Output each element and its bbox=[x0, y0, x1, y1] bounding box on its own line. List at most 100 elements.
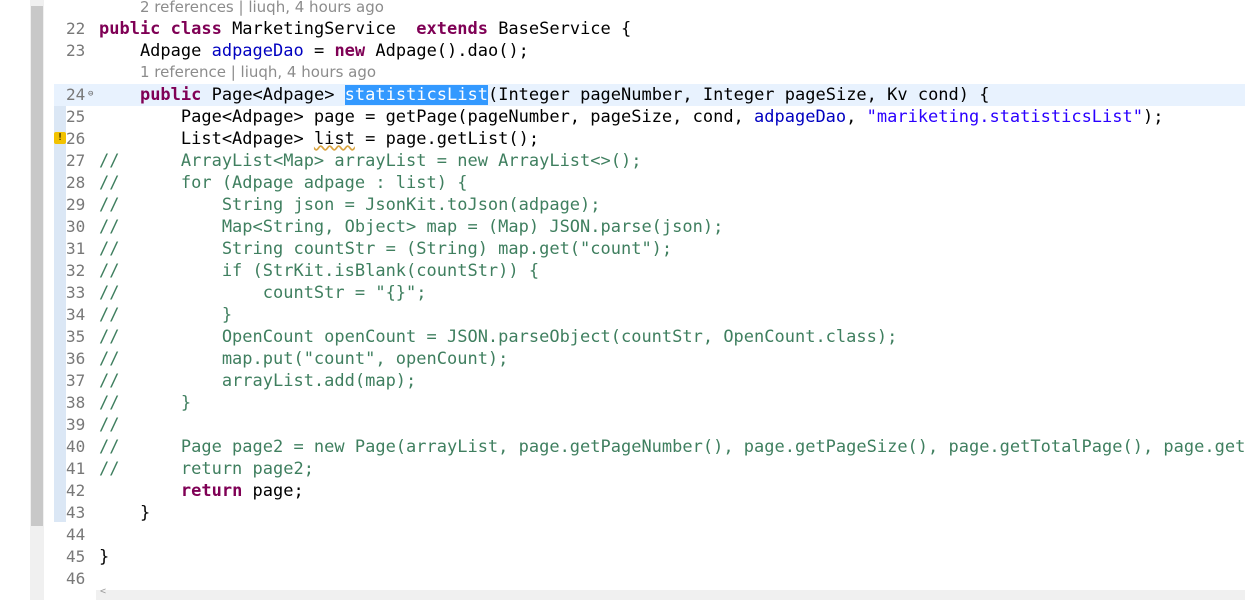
code-token: List<Adpage> bbox=[99, 129, 314, 149]
line-number: 37 bbox=[66, 371, 86, 390]
code-token: = bbox=[303, 41, 335, 61]
code-token: Adpage().dao(); bbox=[375, 41, 529, 61]
code-line[interactable]: 46 bbox=[54, 568, 1245, 590]
code-text[interactable]: // } bbox=[99, 392, 191, 414]
fold-toggle-icon[interactable]: ⊖ bbox=[88, 89, 98, 99]
code-line[interactable]: 38 // } bbox=[54, 392, 1245, 414]
line-number: 41 bbox=[66, 459, 86, 478]
line-number: 27 bbox=[66, 151, 86, 170]
code-line[interactable]: 30 // Map<String, Object> map = (Map) JSO… bbox=[54, 216, 1245, 238]
code-text[interactable]: // String json = JsonKit.toJson(adpage); bbox=[99, 194, 601, 216]
codelens-references-field[interactable]: 1 reference | liuqh, 4 hours ago bbox=[140, 63, 376, 81]
line-number: 34 bbox=[66, 305, 86, 324]
horizontal-scrollbar[interactable]: < bbox=[96, 586, 1245, 600]
code-line[interactable]: 35 // OpenCount openCount = JSON.parseObj… bbox=[54, 326, 1245, 348]
code-text[interactable]: // OpenCount openCount = JSON.parseObjec… bbox=[99, 326, 897, 348]
code-text[interactable]: // return page2; bbox=[99, 458, 314, 480]
line-number: 30 bbox=[66, 217, 86, 236]
line-number: 29 bbox=[66, 195, 86, 214]
code-text[interactable]: // } bbox=[99, 304, 232, 326]
code-text[interactable]: // Map<String, Object> map = (Map) JSON.… bbox=[99, 216, 723, 238]
code-line[interactable]: 29 // String json = JsonKit.toJson(adpage… bbox=[54, 194, 1245, 216]
code-token: // ArrayList<Map> arrayList = new ArrayL… bbox=[99, 151, 642, 171]
code-line[interactable]: 42 return page; bbox=[54, 480, 1245, 502]
code-token: adpageDao bbox=[211, 41, 304, 61]
code-text[interactable]: // for (Adpage adpage : list) { bbox=[99, 172, 467, 194]
code-token: } bbox=[99, 503, 151, 523]
vertical-scrollbar-thumb[interactable] bbox=[31, 6, 43, 526]
code-line[interactable]: 28 // for (Adpage adpage : list) { bbox=[54, 172, 1245, 194]
code-text[interactable]: public Page<Adpage> statisticsList(Integ… bbox=[99, 84, 989, 106]
code-line[interactable]: 25 Page<Adpage> page = getPage(pageNumbe… bbox=[54, 106, 1245, 128]
code-line[interactable]: 22 public class MarketingService extends … bbox=[54, 18, 1245, 40]
code-text[interactable]: public class MarketingService extends Ba… bbox=[99, 18, 631, 40]
code-token: // bbox=[99, 415, 120, 435]
code-token: // if (StrKit.isBlank(countStr)) { bbox=[99, 261, 540, 281]
code-line[interactable]: 24 ⊖ public Page<Adpage> statisticsList(I… bbox=[54, 84, 1245, 106]
code-text[interactable]: Adpage adpageDao = new Adpage().dao(); bbox=[99, 40, 529, 62]
code-token: // } bbox=[99, 393, 192, 413]
code-text[interactable]: // Page page2 = new Page(arrayList, page… bbox=[99, 436, 1245, 458]
line-number: 36 bbox=[66, 349, 86, 368]
code-line[interactable]: 27 // ArrayList<Map> arrayList = new Arra… bbox=[54, 150, 1245, 172]
code-line[interactable]: 39 // bbox=[54, 414, 1245, 436]
code-line[interactable]: 43 } bbox=[54, 502, 1245, 524]
code-text[interactable]: } bbox=[99, 502, 150, 524]
codelens-references-class[interactable]: 2 references | liuqh, 4 hours ago bbox=[140, 0, 384, 16]
line-number: 40 bbox=[66, 437, 86, 456]
scroll-left-icon[interactable]: < bbox=[100, 586, 106, 597]
code-token: Adpage bbox=[99, 41, 212, 61]
code-text[interactable]: Page<Adpage> page = getPage(pageNumber, … bbox=[99, 106, 1164, 128]
code-line[interactable]: 44 bbox=[54, 524, 1245, 546]
code-token: return bbox=[180, 481, 253, 501]
line-number: 28 bbox=[66, 173, 86, 192]
line-number: 25 bbox=[66, 107, 86, 126]
code-token: Page<Adpage> page = getPage(pageNumber, … bbox=[99, 107, 755, 127]
line-number: 38 bbox=[66, 393, 86, 412]
code-token: Page<Adpage> bbox=[211, 85, 345, 105]
code-token: // Map<String, Object> map = (Map) JSON.… bbox=[99, 217, 724, 237]
code-token: // OpenCount openCount = JSON.parseObjec… bbox=[99, 327, 898, 347]
code-text[interactable]: // map.put("count", openCount); bbox=[99, 348, 508, 370]
code-text[interactable]: return page; bbox=[99, 480, 304, 502]
code-line[interactable]: 41 // return page2; bbox=[54, 458, 1245, 480]
code-line[interactable]: 40 // Page page2 = new Page(arrayList, pa… bbox=[54, 436, 1245, 458]
code-line[interactable]: 26! List<Adpage> list = page.getList(); bbox=[54, 128, 1245, 150]
code-token: (Integer pageNumber, Integer pageSize, K… bbox=[487, 85, 990, 105]
line-number: 31 bbox=[66, 239, 86, 258]
warning-icon[interactable]: ! bbox=[54, 132, 66, 144]
code-line[interactable]: 23 Adpage adpageDao = new Adpage().dao()… bbox=[54, 40, 1245, 62]
code-token: extends bbox=[416, 19, 499, 39]
code-token: list bbox=[313, 129, 355, 149]
code-line[interactable]: 32 // if (StrKit.isBlank(countStr)) { bbox=[54, 260, 1245, 282]
line-number: 43 bbox=[66, 503, 86, 522]
line-number: 22 bbox=[66, 19, 86, 38]
code-token: // countStr = "{}"; bbox=[99, 283, 427, 303]
code-token: // Page page2 = new Page(arrayList, page… bbox=[99, 437, 1245, 457]
code-text[interactable]: // arrayList.add(map); bbox=[99, 370, 416, 392]
code-text[interactable]: // String countStr = (String) map.get("c… bbox=[99, 238, 672, 260]
code-line[interactable]: 34 // } bbox=[54, 304, 1245, 326]
code-text[interactable]: List<Adpage> list = page.getList(); bbox=[99, 128, 539, 150]
code-text[interactable]: // bbox=[99, 414, 119, 436]
code-text[interactable]: } bbox=[99, 546, 109, 568]
code-text[interactable]: // countStr = "{}"; bbox=[99, 282, 427, 304]
code-line[interactable]: 33 // countStr = "{}"; bbox=[54, 282, 1245, 304]
code-line[interactable]: 37 // arrayList.add(map); bbox=[54, 370, 1245, 392]
code-token: MarketingService bbox=[232, 19, 417, 39]
line-number: 42 bbox=[66, 481, 86, 500]
code-token: // arrayList.add(map); bbox=[99, 371, 417, 391]
code-token: page; bbox=[252, 481, 304, 501]
code-line[interactable]: 31 // String countStr = (String) map.get(… bbox=[54, 238, 1245, 260]
code-token: new bbox=[334, 41, 376, 61]
code-token: = page.getList(); bbox=[354, 129, 540, 149]
code-token: // } bbox=[99, 305, 233, 325]
code-line[interactable]: 36 // map.put("count", openCount); bbox=[54, 348, 1245, 370]
code-line[interactable]: 45} bbox=[54, 546, 1245, 568]
code-token: // String json = JsonKit.toJson(adpage); bbox=[99, 195, 601, 215]
code-text[interactable]: // if (StrKit.isBlank(countStr)) { bbox=[99, 260, 539, 282]
selected-token: statisticsList bbox=[344, 85, 488, 105]
code-text[interactable]: // ArrayList<Map> arrayList = new ArrayL… bbox=[99, 150, 641, 172]
code-token: ); bbox=[1142, 107, 1164, 127]
